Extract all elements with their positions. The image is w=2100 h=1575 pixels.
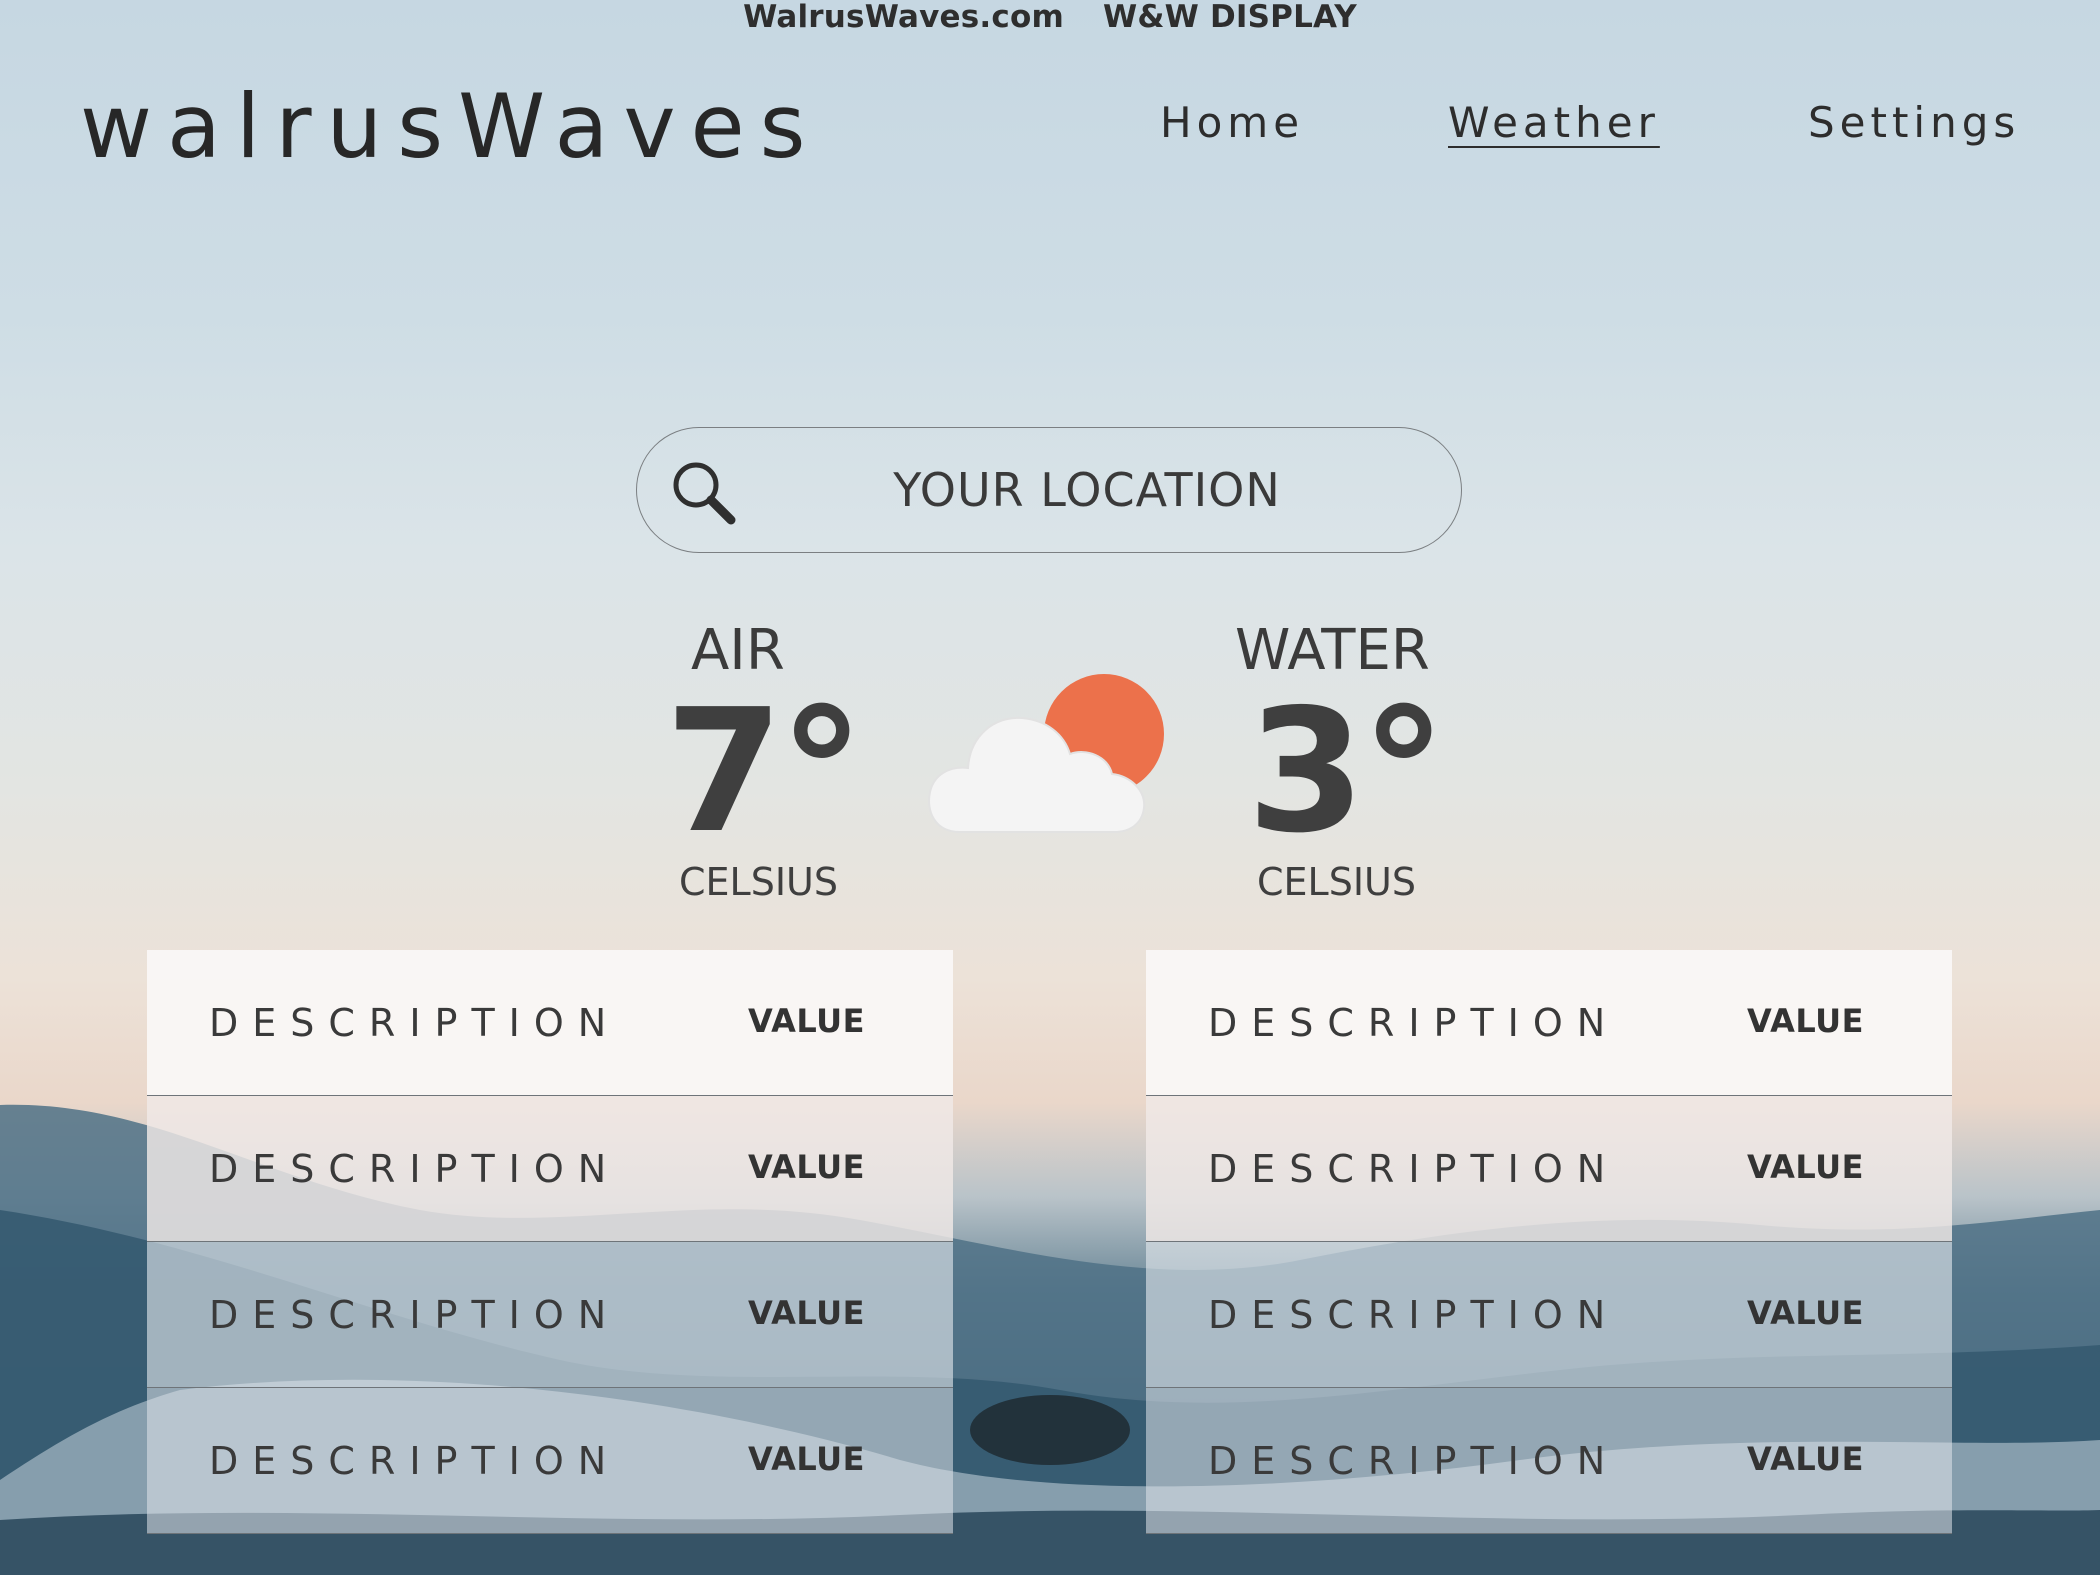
nav-home-link[interactable]: Home [1160, 95, 1304, 151]
air-temperature-value: 7° [665, 673, 864, 871]
table-row: DESCRIPTION VALUE [1146, 950, 1952, 1096]
display-tag: W&W DISPLAY [1102, 0, 1357, 35]
table-row: DESCRIPTION VALUE [147, 1242, 953, 1388]
water-label: WATER [1235, 618, 1430, 683]
table-row: DESCRIPTION VALUE [147, 1388, 953, 1534]
air-label: AIR [691, 618, 785, 683]
partly-cloudy-icon [928, 674, 1164, 833]
row-value: VALUE [1747, 1294, 1864, 1332]
table-row: DESCRIPTION VALUE [147, 950, 953, 1096]
row-value: VALUE [748, 1002, 865, 1040]
row-value: VALUE [748, 1294, 865, 1332]
water-temperature-value: 3° [1247, 673, 1446, 871]
search-icon[interactable] [669, 458, 739, 528]
table-row: DESCRIPTION VALUE [147, 1096, 953, 1242]
row-description: DESCRIPTION [1208, 1001, 1620, 1045]
row-value: VALUE [748, 1440, 865, 1478]
row-description: DESCRIPTION [209, 1439, 621, 1483]
brand-logo[interactable]: walrusWaves [80, 72, 821, 182]
row-description: DESCRIPTION [209, 1001, 621, 1045]
row-value: VALUE [1747, 1148, 1864, 1186]
air-temperature: AIR 7° CELSIUS [665, 615, 885, 905]
row-value: VALUE [1747, 1002, 1864, 1040]
row-description: DESCRIPTION [1208, 1293, 1620, 1337]
row-description: DESCRIPTION [209, 1147, 621, 1191]
row-value: VALUE [748, 1148, 865, 1186]
location-search-input[interactable] [787, 446, 1387, 534]
row-description: DESCRIPTION [1208, 1439, 1620, 1483]
left-data-table: DESCRIPTION VALUE DESCRIPTION VALUE DESC… [147, 950, 953, 1534]
water-temperature: WATER 3° CELSIUS [1233, 615, 1473, 905]
row-value: VALUE [1747, 1440, 1864, 1478]
right-data-table: DESCRIPTION VALUE DESCRIPTION VALUE DESC… [1146, 950, 1952, 1534]
row-description: DESCRIPTION [1208, 1147, 1620, 1191]
nav-settings-link[interactable]: Settings [1808, 95, 2020, 151]
table-row: DESCRIPTION VALUE [1146, 1242, 1952, 1388]
nav-weather-link[interactable]: Weather [1448, 95, 1660, 151]
water-unit-label: CELSIUS [1257, 860, 1416, 904]
table-row: DESCRIPTION VALUE [1146, 1096, 1952, 1242]
main-nav: Home Weather Settings [1140, 95, 2040, 155]
table-row: DESCRIPTION VALUE [1146, 1388, 1952, 1534]
location-search-box[interactable] [636, 427, 1462, 553]
site-url: WalrusWaves.com [743, 0, 1064, 35]
row-description: DESCRIPTION [209, 1293, 621, 1337]
air-unit-label: CELSIUS [679, 860, 838, 904]
top-banner: WalrusWaves.com W&W DISPLAY [0, 0, 2100, 40]
